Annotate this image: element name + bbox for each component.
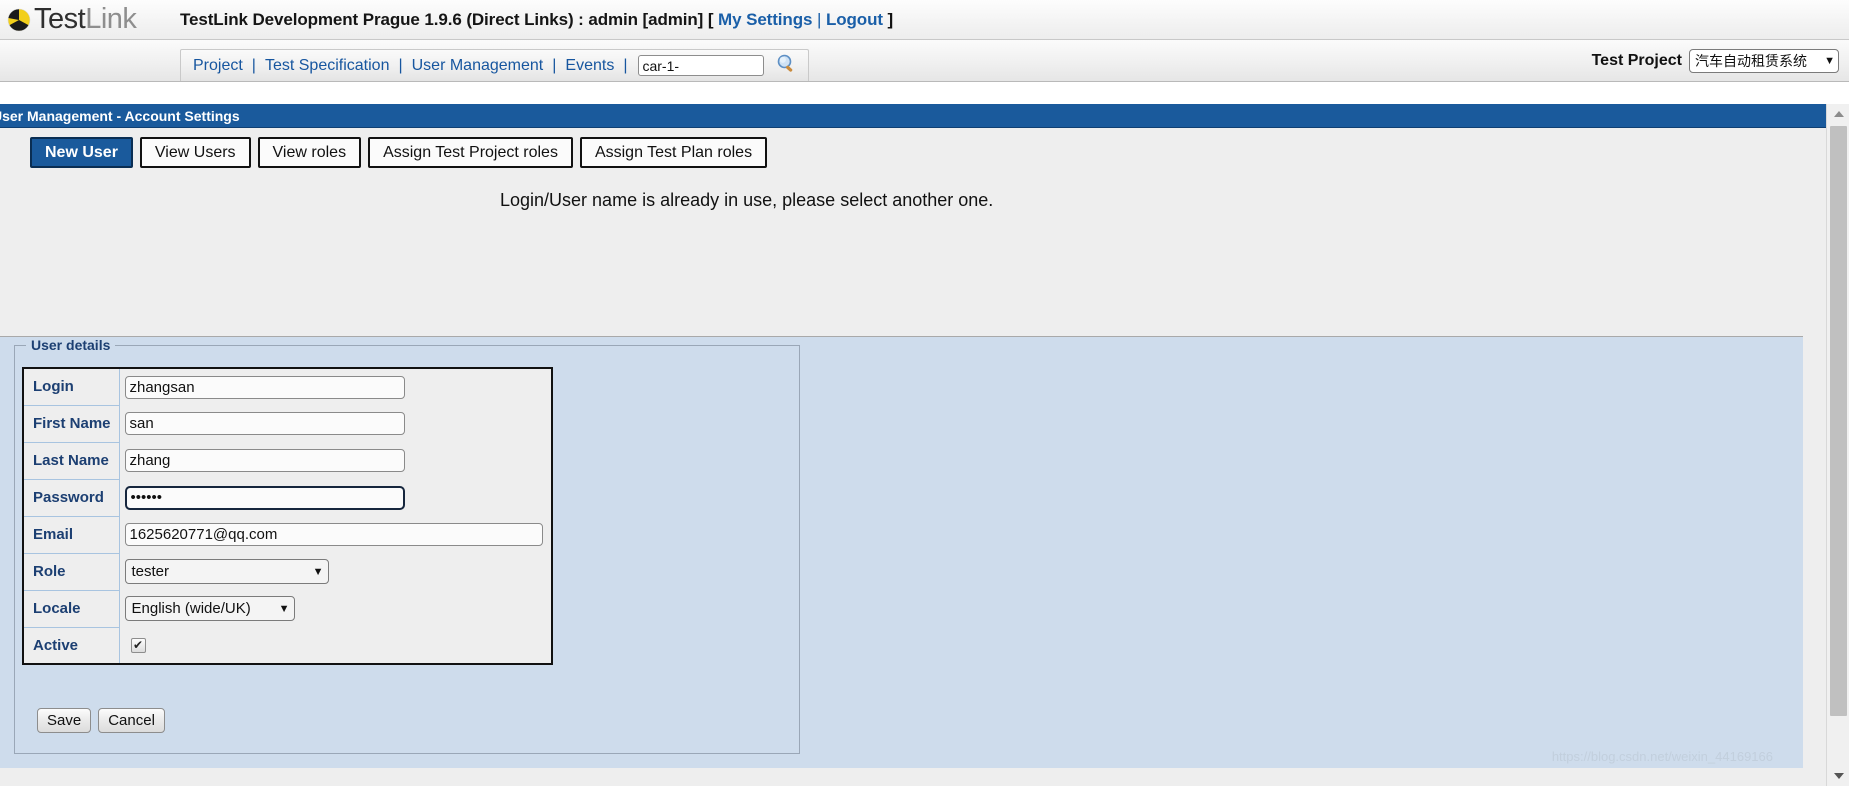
bracket-close: ] bbox=[887, 9, 894, 29]
locale-dropdown[interactable]: English (wide/UK) ▼ bbox=[124, 596, 295, 621]
form-row-password: Password bbox=[22, 478, 552, 517]
user-details-fieldset: User details Login First Name bbox=[14, 337, 800, 754]
breadcrumb: User Management - Account Settings bbox=[0, 104, 1826, 128]
last-name-value-cell bbox=[119, 442, 552, 479]
my-settings-link[interactable]: My Settings bbox=[718, 10, 812, 29]
validation-message: Login/User name is already in use, pleas… bbox=[500, 189, 994, 210]
active-value-cell: ✔ bbox=[119, 627, 552, 664]
active-checkbox[interactable]: ✔ bbox=[130, 637, 146, 653]
tab-view-users[interactable]: View Users bbox=[139, 137, 251, 168]
email-input[interactable] bbox=[124, 523, 543, 546]
logo-word-test: Test bbox=[34, 3, 86, 35]
nav-separator-1: | bbox=[251, 56, 256, 74]
email-label: Email bbox=[22, 515, 120, 554]
user-details-panel: User details Login First Name bbox=[0, 336, 1803, 768]
form-button-row: Save Cancel bbox=[37, 708, 165, 733]
message-row: Login/User name is already in use, pleas… bbox=[0, 168, 1826, 232]
logo-wordmark: TestLink bbox=[34, 3, 137, 35]
breadcrumb-title: User Management - Account Settings bbox=[0, 107, 240, 124]
save-button[interactable]: Save bbox=[37, 708, 92, 733]
tab-new-user[interactable]: New User bbox=[30, 137, 133, 168]
chevron-down-icon: ▼ bbox=[312, 565, 324, 578]
nav-separator-3: | bbox=[552, 56, 557, 74]
scroll-up-button[interactable] bbox=[1827, 104, 1849, 124]
locale-value-cell: English (wide/UK) ▼ bbox=[119, 590, 552, 627]
nav-item-events[interactable]: Events bbox=[563, 57, 616, 75]
vertical-scrollbar[interactable] bbox=[1826, 104, 1849, 786]
tab-view-users-label: View Users bbox=[154, 143, 236, 161]
testlink-pie-logo bbox=[6, 7, 32, 33]
tab-view-roles[interactable]: View roles bbox=[257, 137, 362, 168]
first-name-value-cell bbox=[119, 405, 552, 442]
password-input[interactable] bbox=[124, 485, 405, 510]
nav-separator-4: | bbox=[623, 56, 628, 74]
testlink-logo[interactable]: TestLink bbox=[0, 5, 180, 34]
test-project-label: Test Project bbox=[1591, 51, 1682, 69]
tab-assign-test-plan-roles[interactable]: Assign Test Plan roles bbox=[579, 137, 768, 168]
cancel-button[interactable]: Cancel bbox=[98, 708, 165, 733]
form-row-last-name: Last Name bbox=[22, 441, 552, 480]
page-body: User Management - Account Settings New U… bbox=[0, 104, 1849, 786]
test-project-dropdown[interactable]: 汽车自动租赁系统 ▼ bbox=[1689, 48, 1839, 73]
login-value-cell bbox=[119, 368, 552, 405]
email-value-cell bbox=[119, 516, 552, 553]
magnifier-icon bbox=[775, 54, 797, 78]
nav-links-group: Project | Test Specification | User Mana… bbox=[180, 49, 810, 81]
form-row-first-name: First Name bbox=[22, 404, 552, 443]
active-label: Active bbox=[22, 626, 120, 665]
logout-link[interactable]: Logout bbox=[826, 10, 883, 29]
tab-view-roles-label: View roles bbox=[272, 143, 347, 161]
form-row-locale: Locale English (wide/UK) ▼ bbox=[22, 589, 552, 628]
search-button[interactable] bbox=[772, 52, 800, 80]
test-project-selector-group: Test Project 汽车自动租赁系统 ▼ bbox=[1591, 48, 1849, 73]
top-header: TestLink TestLink Development Prague 1.9… bbox=[0, 0, 1849, 40]
nav-item-user-management[interactable]: User Management bbox=[410, 57, 546, 75]
role-value: tester bbox=[131, 563, 170, 580]
form-row-email: Email bbox=[22, 515, 552, 554]
last-name-label: Last Name bbox=[22, 441, 120, 480]
role-dropdown[interactable]: tester ▼ bbox=[124, 559, 329, 584]
header-title-bar: TestLink Development Prague 1.9.6 (Direc… bbox=[180, 10, 893, 30]
content-column: User Management - Account Settings New U… bbox=[0, 104, 1826, 786]
last-name-input[interactable] bbox=[124, 449, 405, 472]
scroll-down-button[interactable] bbox=[1827, 766, 1849, 786]
watermark-text: https://blog.csdn.net/weixin_44169166 bbox=[1551, 749, 1773, 764]
scrollbar-thumb[interactable] bbox=[1830, 126, 1847, 716]
locale-label: Locale bbox=[22, 589, 120, 628]
main-navbar: Project | Test Specification | User Mana… bbox=[0, 40, 1849, 82]
chevron-down-icon: ▼ bbox=[278, 602, 290, 615]
form-row-active: Active ✔ bbox=[22, 626, 552, 665]
tab-new-user-label: New User bbox=[45, 143, 118, 161]
tab-assign-test-project-roles[interactable]: Assign Test Project roles bbox=[368, 137, 573, 168]
login-label: Login bbox=[22, 367, 120, 406]
header-separator: | bbox=[816, 9, 822, 29]
tab-assign-test-project-roles-label: Assign Test Project roles bbox=[383, 143, 558, 161]
nav-item-project[interactable]: Project bbox=[191, 57, 245, 75]
role-value-cell: tester ▼ bbox=[119, 553, 552, 590]
test-project-value: 汽车自动租赁系统 bbox=[1695, 52, 1807, 69]
user-details-form: Login First Name Last Name bbox=[22, 367, 553, 665]
password-value-cell bbox=[119, 479, 552, 516]
form-row-role: Role tester ▼ bbox=[22, 552, 552, 591]
chevron-down-icon: ▼ bbox=[1824, 54, 1835, 67]
logo-word-link: Link bbox=[85, 3, 137, 35]
header-gap-strip bbox=[0, 82, 1849, 104]
chevron-up-icon bbox=[1833, 111, 1844, 117]
nav-item-test-specification[interactable]: Test Specification bbox=[263, 57, 392, 75]
form-row-login: Login bbox=[22, 367, 552, 406]
nav-separator-2: | bbox=[398, 56, 403, 74]
page-title: TestLink Development Prague 1.9.6 (Direc… bbox=[180, 9, 704, 29]
tab-assign-test-plan-roles-label: Assign Test Plan roles bbox=[594, 143, 753, 161]
login-input[interactable] bbox=[124, 375, 405, 399]
first-name-input[interactable] bbox=[124, 412, 405, 435]
locale-value: English (wide/UK) bbox=[131, 600, 251, 617]
user-details-legend: User details bbox=[26, 337, 116, 353]
role-label: Role bbox=[22, 552, 120, 591]
bracket-open: [ bbox=[707, 9, 714, 29]
chevron-down-icon bbox=[1833, 773, 1844, 779]
tab-bar: New User View Users View roles Assign Te… bbox=[0, 128, 1826, 168]
search-input[interactable] bbox=[638, 55, 765, 76]
first-name-label: First Name bbox=[22, 404, 120, 443]
password-label: Password bbox=[22, 478, 120, 517]
